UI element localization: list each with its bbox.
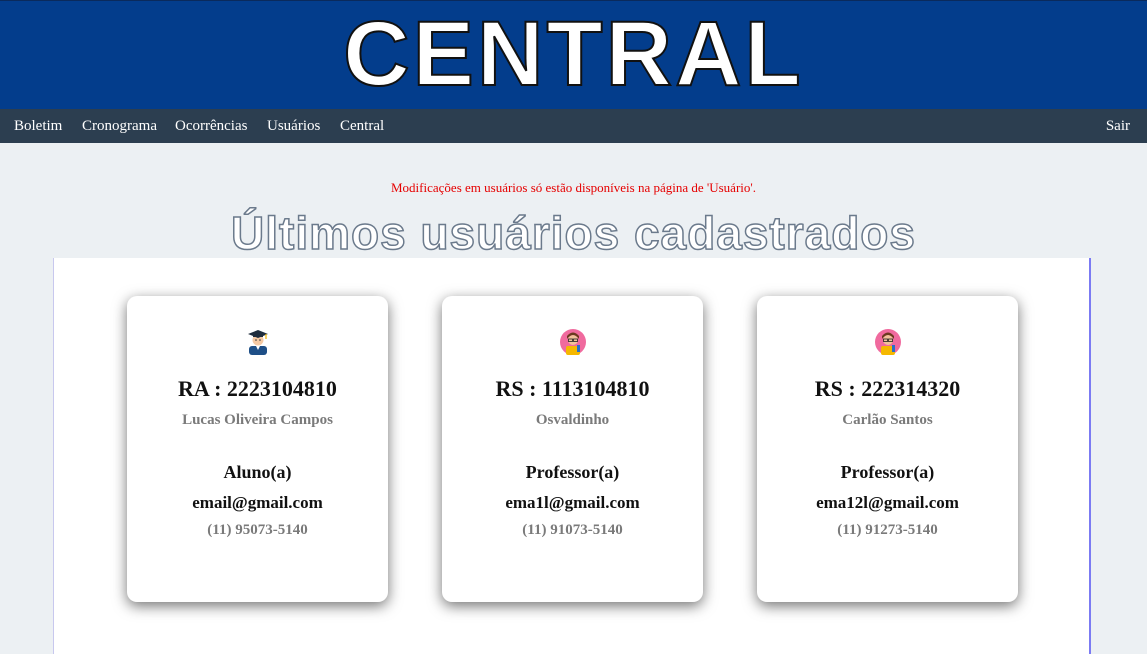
- nav-item-central[interactable]: Central: [340, 109, 384, 143]
- user-role: Aluno(a): [223, 462, 292, 482]
- nav-item-ocorrencias[interactable]: Ocorrências: [175, 109, 247, 143]
- user-email: ema1l@gmail.com: [505, 493, 640, 512]
- section-heading: Últimos usuários cadastrados: [230, 206, 916, 260]
- user-name: Lucas Oliveira Campos: [182, 412, 333, 428]
- user-role: Professor(a): [525, 462, 620, 482]
- user-email: email@gmail.com: [192, 493, 323, 512]
- user-name: Carlão Santos: [842, 412, 933, 428]
- user-phone: (11) 91273-5140: [837, 522, 938, 538]
- header-banner: CENTRAL: [0, 0, 1147, 109]
- user-id: RS : 222314320: [814, 376, 961, 401]
- user-card: RS : 222314320 Carlão Santos Professor(a…: [757, 296, 1018, 602]
- navbar: Boletim Cronograma Ocorrências Usuários …: [0, 109, 1147, 143]
- student-avatar-icon: [248, 330, 268, 355]
- user-card: RA : 2223104810 Lucas Oliveira Campos Al…: [127, 296, 388, 602]
- teacher-avatar-icon: [875, 329, 901, 355]
- user-role: Professor(a): [840, 462, 935, 482]
- notice-text: Modificações em usuários só estão dispon…: [391, 180, 756, 195]
- user-email: ema12l@gmail.com: [816, 493, 959, 512]
- nav-item-cronograma[interactable]: Cronograma: [82, 109, 157, 143]
- user-phone: (11) 95073-5140: [207, 522, 308, 538]
- nav-item-boletim[interactable]: Boletim: [14, 109, 62, 143]
- user-id: RS : 1113104810: [495, 376, 650, 401]
- user-phone: (11) 91073-5140: [522, 522, 623, 538]
- user-name: Osvaldinho: [535, 412, 610, 428]
- teacher-avatar-icon: [560, 329, 586, 355]
- nav-item-usuarios[interactable]: Usuários: [267, 109, 320, 143]
- logout-link[interactable]: Sair: [1106, 109, 1130, 143]
- user-card: RS : 1113104810 Osvaldinho Professor(a) …: [442, 296, 703, 602]
- user-id: RA : 2223104810: [178, 376, 337, 401]
- page-title: CENTRAL: [342, 2, 804, 106]
